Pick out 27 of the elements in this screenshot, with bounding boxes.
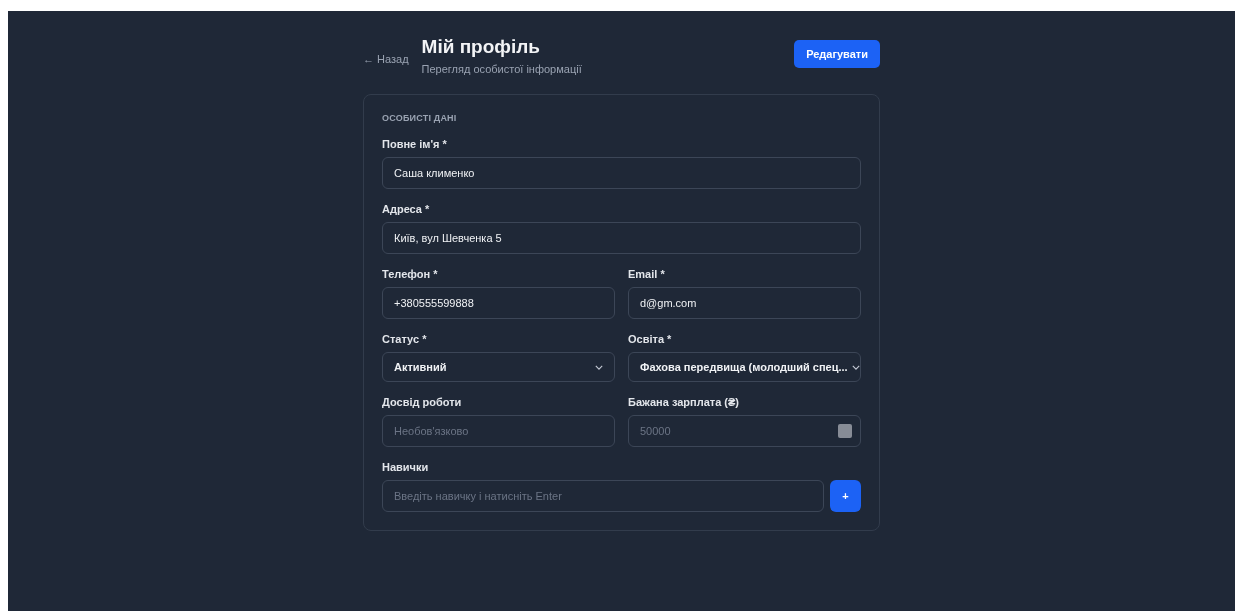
field-label: Email * xyxy=(628,268,666,281)
field-label: Телефон * xyxy=(382,268,439,281)
field-label: Навички xyxy=(382,461,430,474)
field-label: Повне ім'я * xyxy=(382,138,448,151)
section-title: ОСОБИСТІ ДАНІ xyxy=(382,113,458,123)
field-label: Освіта * xyxy=(628,333,673,346)
select-field[interactable]: Активний xyxy=(382,352,615,382)
add-button[interactable]: + xyxy=(830,480,861,512)
edit-button[interactable]: Редагувати xyxy=(794,40,880,68)
field-label: Адреса * xyxy=(382,203,431,216)
caret-icon xyxy=(851,364,860,370)
input-field[interactable]: Введіть навичку і натисніть Enter xyxy=(382,480,824,512)
input-field[interactable]: 50000 xyxy=(628,415,861,447)
page-title: Мій профіль xyxy=(421,36,541,58)
input-field[interactable]: Київ, вул Шевченка 5 xyxy=(382,222,861,254)
square-icon xyxy=(838,424,852,438)
field-label: Досвід роботи xyxy=(382,396,463,409)
page-subtitle: Перегляд особистої інформації xyxy=(421,63,583,75)
field-label: Бажана зарплата (₴) xyxy=(628,396,741,409)
select-field[interactable]: Фахова передвища (молодший спец... xyxy=(628,352,861,382)
input-field[interactable]: Необов'язково xyxy=(382,415,615,447)
back-link[interactable]: ← Назад xyxy=(363,53,409,65)
input-field[interactable]: +380555599888 xyxy=(382,287,615,319)
field-label: Статус * xyxy=(382,333,428,346)
input-field[interactable]: d@gm.com xyxy=(628,287,861,319)
caret-icon xyxy=(595,364,603,370)
input-field[interactable]: Саша клименко xyxy=(382,157,861,189)
